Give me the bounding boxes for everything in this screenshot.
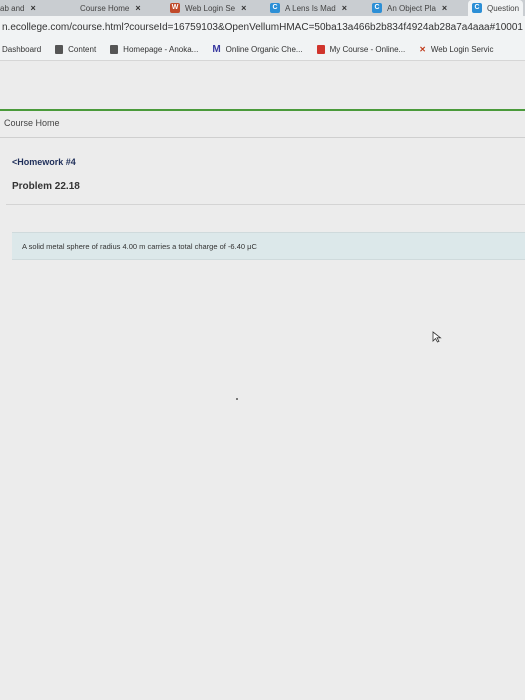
bookmark-dashboard[interactable]: Dashboard	[2, 45, 41, 54]
divider	[0, 137, 525, 138]
web-login-icon: ✕	[419, 44, 426, 54]
tab-label: An Object Pla	[387, 3, 436, 13]
bookmark-organic-chem[interactable]: M Online Organic Che...	[212, 44, 302, 55]
tab-lens[interactable]: C A Lens Is Mad ×	[270, 0, 347, 16]
screen-speck	[236, 398, 238, 400]
course-logo-icon	[316, 44, 325, 54]
bookmark-web-login[interactable]: ✕ Web Login Servic	[419, 45, 493, 54]
bookmark-homepage-anoka[interactable]: Homepage - Anoka...	[110, 44, 199, 54]
header-accent-line	[0, 109, 525, 111]
divider	[6, 204, 525, 205]
close-icon[interactable]: ×	[442, 3, 447, 13]
problem-title: Problem 22.18	[12, 181, 80, 192]
tab-label: ab and	[0, 3, 25, 13]
bookmark-content[interactable]: Content	[55, 44, 97, 54]
tab-web-login[interactable]: W Web Login Se ×	[170, 0, 246, 16]
bookmark-label: Homepage - Anoka...	[123, 44, 199, 54]
url-text[interactable]: n.ecollege.com/course.html?courseId=1675…	[0, 22, 523, 33]
close-icon[interactable]: ×	[241, 3, 246, 13]
tab-label: Question	[487, 3, 520, 13]
bookmarks-bar: Dashboard Content Homepage - Anoka... M …	[0, 38, 525, 61]
close-icon[interactable]: ×	[30, 3, 35, 13]
mouse-pointer-icon	[432, 331, 442, 343]
tab-question[interactable]: C Question	[468, 0, 524, 16]
homework-back-link[interactable]: <Homework #4	[12, 157, 76, 167]
bookmark-label: Content	[68, 44, 97, 54]
tab-label: Web Login Se	[185, 3, 236, 13]
chegg-favicon-icon: C	[472, 3, 482, 13]
question-text: A solid metal sphere of radius 4.00 m ca…	[22, 241, 257, 251]
address-bar[interactable]: n.ecollege.com/course.html?courseId=1675…	[0, 16, 525, 38]
tab-label: A Lens Is Mad	[285, 3, 336, 13]
tab-course-home[interactable]: Course Home ×	[80, 0, 141, 16]
close-icon[interactable]: ×	[135, 3, 140, 13]
tab-label: Course Home	[80, 3, 130, 13]
bookmark-label: Web Login Servic	[430, 44, 494, 54]
tab-ab-and[interactable]: ab and ×	[0, 0, 36, 16]
document-icon	[55, 44, 64, 54]
browser-tab-bar: ab and × Course Home × W Web Login Se × …	[0, 0, 525, 16]
tab-object[interactable]: C An Object Pla ×	[372, 0, 447, 16]
bookmark-label: My Course - Online...	[329, 44, 406, 54]
bookmark-my-course[interactable]: My Course - Online...	[316, 44, 406, 54]
course-home-link[interactable]: Course Home	[4, 118, 60, 128]
bookmark-label: Online Organic Che...	[225, 44, 303, 54]
m-logo-icon: M	[212, 43, 221, 55]
page-content: Course Home <Homework #4 Problem 22.18 A…	[0, 61, 525, 700]
chegg-favicon-icon: C	[372, 3, 382, 13]
chegg-favicon-icon: C	[270, 3, 280, 13]
document-icon	[110, 44, 119, 54]
bookmark-label: Dashboard	[2, 44, 42, 54]
close-icon[interactable]: ×	[342, 3, 347, 13]
question-box: A solid metal sphere of radius 4.00 m ca…	[12, 232, 525, 260]
web-login-favicon-icon: W	[170, 3, 180, 13]
